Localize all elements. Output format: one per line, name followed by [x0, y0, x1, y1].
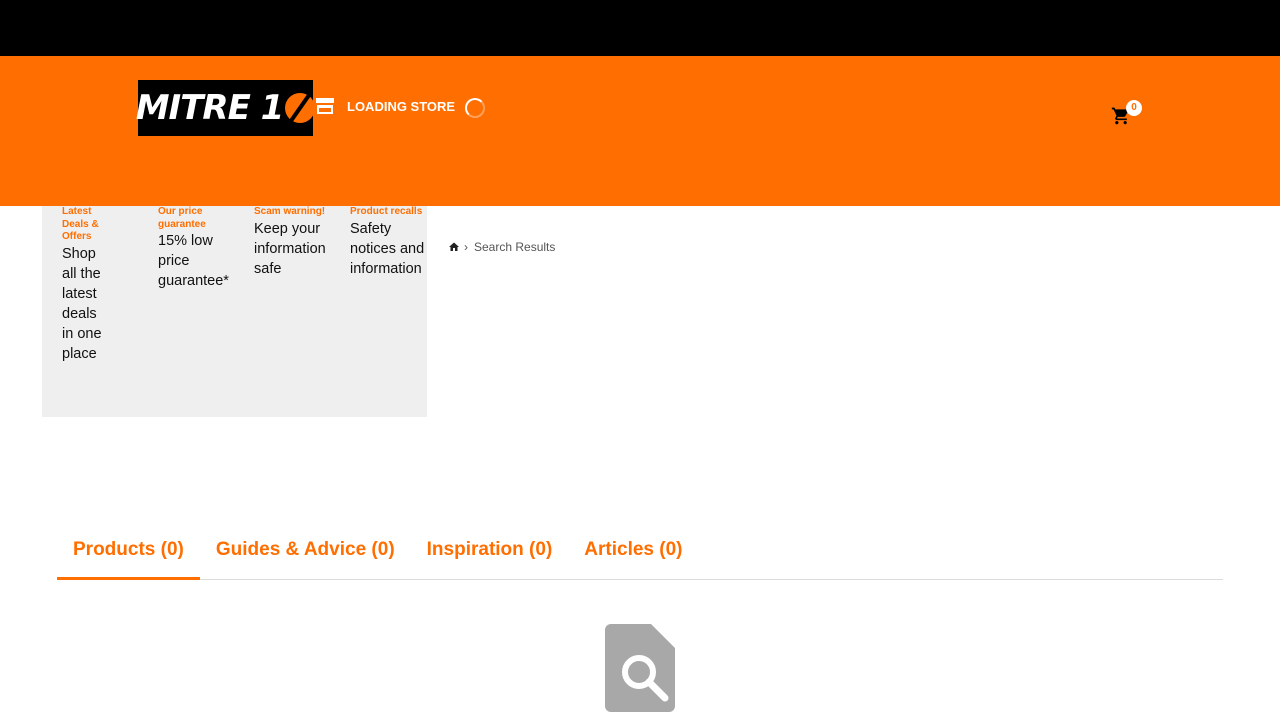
store-selector[interactable]: LOADING STORE — [316, 94, 486, 118]
top-black-bar — [0, 0, 1280, 56]
promo-panel: Latest Deals & Offers Shop all the lates… — [42, 206, 427, 417]
store-label: LOADING STORE — [347, 98, 456, 114]
cart-button[interactable]: 0 — [1110, 100, 1144, 130]
cart-count-badge: 0 — [1126, 100, 1142, 116]
promo-item-scam-warning[interactable]: Scam warning! Keep your information safe — [254, 206, 334, 279]
promo-item-price-guarantee[interactable]: Our price guarantee 15% low price guaran… — [158, 206, 238, 291]
results-tabs: Products (0) Guides & Advice (0) Inspira… — [57, 536, 1223, 580]
logo-zero-mark — [285, 93, 316, 123]
store-icon — [316, 98, 334, 114]
loading-spinner-icon — [465, 98, 486, 118]
tab-products[interactable]: Products (0) — [57, 536, 200, 580]
tab-articles[interactable]: Articles (0) — [568, 536, 698, 580]
breadcrumb: › Search Results — [448, 240, 555, 254]
mitre10-logo[interactable]: MITRE 1 — [136, 80, 316, 136]
tab-guides-advice[interactable]: Guides & Advice (0) — [200, 536, 411, 580]
home-icon[interactable] — [448, 241, 460, 253]
promo-body: Shop all the latest deals in one place — [62, 245, 102, 362]
breadcrumb-separator: › — [464, 240, 468, 254]
promo-item-deals[interactable]: Latest Deals & Offers Shop all the lates… — [62, 206, 102, 364]
document-search-icon — [605, 624, 675, 712]
tab-inspiration[interactable]: Inspiration (0) — [411, 536, 569, 580]
logo-text: MITRE 1 — [136, 88, 316, 128]
promo-title: Latest Deals & Offers — [62, 206, 99, 242]
promo-title: Our price guarantee — [158, 206, 206, 230]
promo-item-product-recalls[interactable]: Product recalls Safety notices and infor… — [350, 206, 428, 279]
promo-body: 15% low price guarantee* — [158, 233, 229, 289]
promo-body: Keep your information safe — [254, 220, 326, 277]
promo-body: Safety notices and information — [350, 220, 425, 277]
site-header: MITRE 1 LOADING STORE 0 — [0, 56, 1280, 206]
breadcrumb-current: Search Results — [474, 240, 556, 254]
promo-title: Product recalls — [350, 206, 423, 217]
promo-title: Scam warning! — [254, 206, 326, 217]
